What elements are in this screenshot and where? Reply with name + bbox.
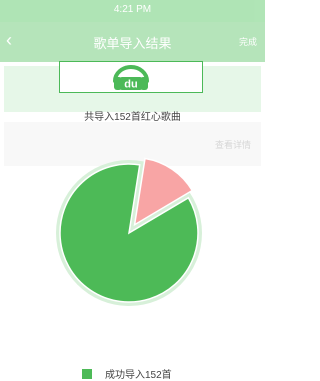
legend-swatch-success — [82, 368, 92, 379]
legend-label-success: 成功导入152首 — [105, 370, 172, 381]
import-pie-chart — [56, 157, 202, 306]
chart-legend: 成功导入152首 — [82, 366, 172, 381]
